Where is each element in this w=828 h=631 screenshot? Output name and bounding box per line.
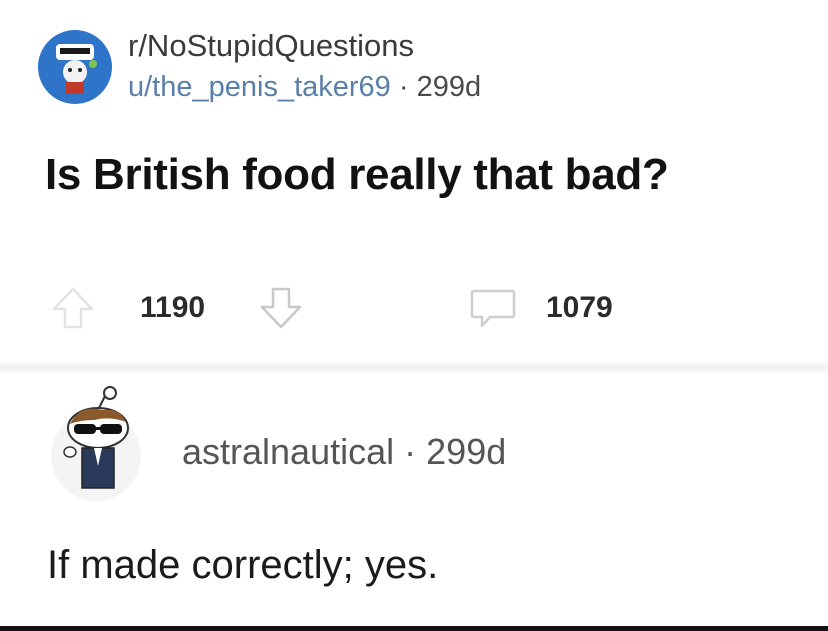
divider	[0, 360, 828, 374]
post-author-line: u/the_penis_taker69 · 299d	[128, 68, 481, 106]
comment-body: If made correctly; yes.	[47, 543, 439, 587]
comments-button[interactable]: 1079	[466, 280, 613, 336]
post-author[interactable]: u/the_penis_taker69	[128, 71, 391, 103]
subreddit-avatar-icon	[56, 44, 97, 94]
speech-bubble-icon	[470, 289, 516, 328]
post-age: 299d	[416, 71, 482, 103]
post-header: r/NoStupidQuestions u/the_penis_taker69 …	[38, 28, 481, 106]
bottom-border	[0, 626, 828, 631]
comment-age: 299d	[426, 431, 507, 472]
subreddit-avatar[interactable]	[38, 30, 112, 104]
downvote-button[interactable]	[256, 280, 306, 336]
comment-count: 1079	[546, 291, 613, 324]
vote-count: 1190	[140, 280, 205, 336]
comment-header: astralnautical · 299d	[40, 384, 506, 502]
snoo-avatar-icon	[51, 386, 141, 501]
post-meta: r/NoStupidQuestions u/the_penis_taker69 …	[128, 28, 481, 106]
separator-dot: ·	[398, 71, 409, 103]
comment-author[interactable]: astralnautical	[182, 431, 394, 472]
comment-author-line: astralnautical · 299d	[182, 431, 506, 473]
subreddit-name[interactable]: r/NoStupidQuestions	[128, 28, 481, 64]
arrow-up-outline-icon	[52, 287, 94, 329]
arrow-down-outline-icon	[260, 287, 302, 329]
commenter-avatar[interactable]	[40, 384, 152, 502]
upvote-count: 1190	[140, 291, 206, 324]
upvote-button[interactable]	[48, 280, 98, 336]
post-title[interactable]: Is British food really that bad?	[45, 150, 669, 200]
post-actions: 1190 1079	[48, 280, 688, 336]
separator-dot: ·	[404, 431, 417, 472]
